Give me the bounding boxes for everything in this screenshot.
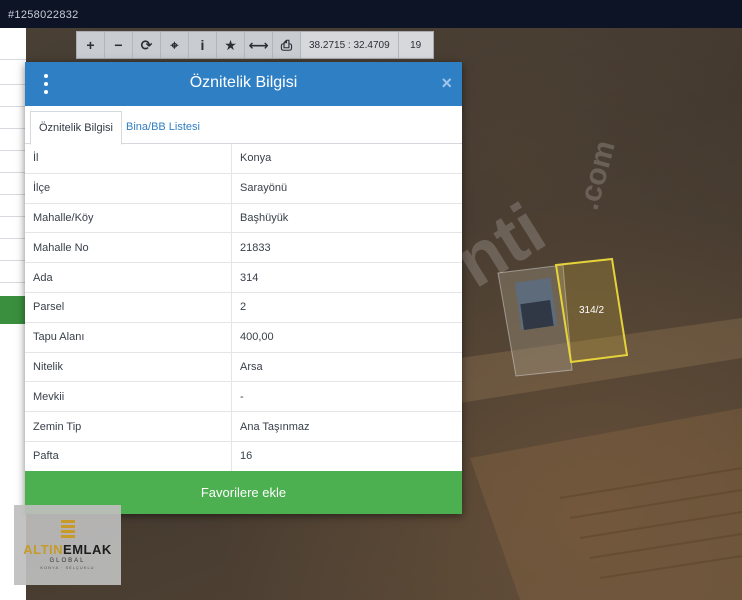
attribute-key: Zemin Tip [25, 411, 232, 442]
logo-mark-icon [60, 520, 75, 538]
logo-subtitle: GLOBAL [49, 558, 86, 564]
table-row: Mahalle/Köy Başhüyük [25, 203, 462, 234]
measure-icon[interactable]: ⟷ [245, 32, 273, 58]
attribute-key: Nitelik [25, 352, 232, 383]
attribute-value: 16 [231, 441, 462, 472]
attribute-value: Ana Taşınmaz [231, 411, 462, 442]
table-row: Mahalle No 21833 [25, 232, 462, 264]
table-row: Tapu Alanı 400,00 [25, 322, 462, 353]
panel-divider [0, 238, 26, 239]
zoom-out-icon[interactable]: − [105, 32, 133, 58]
coordinate-readout: 38.2715 : 32.4709 [301, 32, 399, 58]
attribute-key: Mahalle/Köy [25, 203, 232, 234]
table-row: Pafta 16 [25, 441, 462, 472]
tab-attribute-info[interactable]: Öznitelik Bilgisi [30, 111, 122, 145]
dialog-title: Öznitelik Bilgisi [189, 74, 298, 91]
panel-divider [0, 216, 26, 217]
locate-icon[interactable]: ⌖ [161, 32, 189, 58]
table-row: İlçe Sarayönü [25, 173, 462, 204]
plowed-field [470, 408, 742, 600]
info-icon[interactable]: i [189, 32, 217, 58]
print-icon[interactable]: ⎙ [273, 32, 301, 58]
agency-logo: ALTINEMLAK GLOBAL KONYA · SELÇUKLU [14, 505, 121, 585]
panel-divider [0, 150, 26, 151]
attribute-value: Sarayönü [231, 173, 462, 204]
panel-divider [0, 194, 26, 195]
attribute-key: İlçe [25, 173, 232, 204]
panel-divider [0, 84, 26, 85]
tab-building-list[interactable]: Bina/BB Listesi [118, 111, 208, 143]
attribute-value: 21833 [231, 232, 462, 264]
attribute-value: 314 [231, 262, 462, 293]
map-toolbar: + − ⟳ ⌖ i ★ ⟷ ⎙ 38.2715 : 32.4709 19 [76, 31, 434, 59]
attribute-value: 2 [231, 292, 462, 323]
panel-divider [0, 59, 26, 60]
zoom-in-icon[interactable]: + [77, 32, 105, 58]
left-panel-active-item[interactable] [0, 296, 26, 324]
attribute-value: 400,00 [231, 322, 462, 353]
panel-divider [0, 282, 26, 283]
top-bar: #1258022832 [0, 0, 742, 28]
attribute-value: - [231, 381, 462, 413]
star-icon[interactable]: ★ [217, 32, 245, 58]
attribute-key: Tapu Alanı [25, 322, 232, 353]
dialog-header: Öznitelik Bilgisi × [25, 62, 462, 106]
attribute-value: Konya [231, 144, 462, 174]
close-icon[interactable]: × [441, 73, 452, 94]
refresh-icon[interactable]: ⟳ [133, 32, 161, 58]
attribute-key: Parsel [25, 292, 232, 323]
attribute-info-dialog: Öznitelik Bilgisi × Öznitelik Bilgisi Bi… [25, 62, 462, 514]
attribute-value: Arsa [231, 352, 462, 383]
logo-location: KONYA · SELÇUKLU [40, 565, 95, 570]
table-row: Zemin Tip Ana Taşınmaz [25, 411, 462, 442]
zoom-level: 19 [398, 32, 433, 58]
logo-brand: ALTINEMLAK [23, 542, 112, 557]
table-row: İl Konya [25, 144, 462, 174]
attribute-key: Mahalle No [25, 232, 232, 264]
panel-divider [0, 128, 26, 129]
listing-id: #1258022832 [8, 9, 79, 21]
panel-divider [0, 172, 26, 173]
table-row: Parsel 2 [25, 292, 462, 323]
panel-divider [0, 260, 26, 261]
table-row: Mevkii - [25, 381, 462, 413]
table-row: Nitelik Arsa [25, 352, 462, 383]
table-row: Ada 314 [25, 262, 462, 293]
building-shadow [520, 300, 554, 330]
watermark-com: .com [572, 137, 622, 213]
attribute-key: Pafta [25, 441, 232, 472]
dialog-tabs: Öznitelik Bilgisi Bina/BB Listesi [25, 106, 462, 145]
parcel-label: 314/2 [579, 305, 604, 316]
attribute-table: İl Konya İlçe Sarayönü Mahalle/Köy Başhüyük… [25, 144, 462, 472]
attribute-value: Başhüyük [231, 203, 462, 234]
panel-divider [0, 106, 26, 107]
attribute-key: Ada [25, 262, 232, 293]
attribute-key: İl [25, 144, 232, 174]
attribute-key: Mevkii [25, 381, 232, 413]
